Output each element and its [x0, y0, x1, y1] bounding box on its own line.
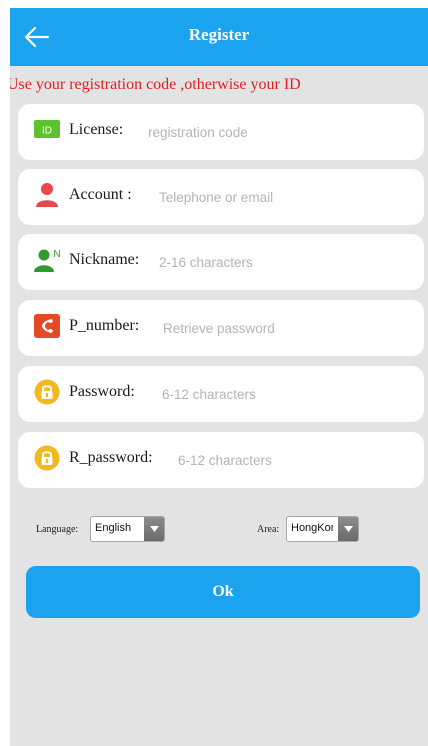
password-input[interactable] — [162, 376, 414, 412]
license-input[interactable] — [148, 114, 414, 150]
license-label: License: — [69, 121, 124, 138]
language-label: Language: — [36, 524, 79, 535]
r-password-label: R_password: — [69, 449, 153, 466]
area-select[interactable]: HongKong — [286, 516, 359, 542]
nickname-label: Nickname: — [69, 251, 140, 268]
language-dropdown-arrow[interactable] — [144, 517, 164, 541]
user-name-icon: N — [33, 246, 61, 274]
area-value: HongKong — [291, 522, 333, 534]
account-field-row[interactable]: Account : — [18, 169, 424, 225]
person-icon — [33, 181, 61, 209]
lock-icon — [33, 444, 61, 472]
password-label: Password: — [69, 383, 135, 400]
p-number-input[interactable] — [163, 310, 414, 346]
svg-text:ID: ID — [42, 126, 52, 137]
password-field-row[interactable]: Password: — [18, 366, 424, 422]
r-password-field-row[interactable]: R_password: — [18, 432, 424, 488]
nickname-field-row[interactable]: N Nickname: — [18, 234, 424, 290]
registration-notice: Use your registration code ,otherwise yo… — [10, 76, 301, 93]
account-label: Account : — [69, 186, 132, 203]
account-input[interactable] — [159, 179, 414, 215]
chevron-down-icon — [149, 526, 159, 532]
register-screen: Register Use your registration code ,oth… — [10, 8, 428, 746]
language-value: English — [95, 522, 132, 534]
chevron-down-icon — [343, 526, 353, 532]
lock-icon — [33, 378, 61, 406]
license-field-row[interactable]: ID License: — [18, 104, 424, 160]
p-number-field-row[interactable]: P_number: — [18, 300, 424, 356]
ok-button[interactable]: Ok — [26, 566, 420, 618]
r-password-input[interactable] — [178, 442, 414, 478]
p-number-label: P_number: — [69, 317, 140, 334]
language-select[interactable]: English — [90, 516, 165, 542]
phone-icon — [33, 312, 61, 340]
area-dropdown-arrow[interactable] — [338, 517, 358, 541]
nickname-input[interactable] — [159, 244, 414, 280]
svg-text:N: N — [53, 249, 60, 260]
header-bar: Register — [10, 8, 428, 66]
page-title: Register — [188, 25, 250, 44]
area-label: Area: — [257, 524, 280, 535]
id-card-icon: ID — [33, 116, 61, 144]
